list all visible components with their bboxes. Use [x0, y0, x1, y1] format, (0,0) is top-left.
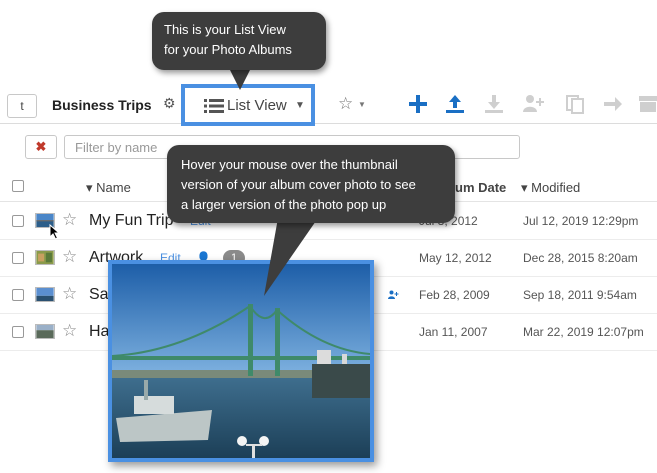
upload-icon[interactable]: [443, 92, 467, 116]
album-thumbnail[interactable]: [35, 250, 55, 265]
row-checkbox[interactable]: [12, 252, 24, 264]
album-toolbar: t Business Trips ⚙ List View ▼ ☆ ▼: [0, 84, 657, 126]
album-date: Feb 28, 2009: [419, 288, 490, 302]
star-icon[interactable]: ☆: [338, 94, 353, 114]
album-thumbnail[interactable]: [35, 287, 55, 302]
add-icon[interactable]: [406, 92, 430, 116]
caret-down-icon: ▼: [295, 100, 305, 111]
tooltip-line: Hover your mouse over the thumbnail: [181, 157, 398, 172]
caret-down-icon[interactable]: ▼: [358, 100, 366, 109]
album-cover-photo: [112, 264, 370, 458]
album-name[interactable]: Ha: [89, 323, 109, 341]
album-date: Jan 11, 2007: [419, 325, 488, 339]
modified-date: Jul 12, 2019 12:29pm: [523, 214, 639, 228]
photo-preview-popup: [108, 260, 374, 462]
up-folder-button[interactable]: t: [7, 94, 37, 118]
archive-icon[interactable]: [637, 92, 657, 116]
clear-filter-button[interactable]: ✖: [25, 135, 57, 159]
arrow-right-icon[interactable]: [601, 92, 625, 116]
modified-date: Mar 22, 2019 12:07pm: [523, 325, 644, 339]
callout-pointer: [264, 218, 318, 296]
list-view-label: List View: [227, 97, 287, 114]
select-all-checkbox[interactable]: [12, 180, 24, 192]
add-user-icon[interactable]: [386, 289, 400, 301]
hover-tooltip: Hover your mouse over the thumbnail vers…: [167, 145, 455, 223]
album-thumbnail[interactable]: [35, 324, 55, 339]
star-icon[interactable]: ☆: [62, 321, 77, 341]
tooltip-line: This is your List View: [164, 22, 286, 37]
star-icon[interactable]: ☆: [62, 284, 77, 304]
tooltip-line: for your Photo Albums: [164, 42, 292, 57]
list-view-tooltip: This is your List View for your Photo Al…: [152, 12, 326, 70]
mouse-cursor-icon: [49, 224, 61, 240]
list-icon: [204, 99, 224, 113]
star-icon[interactable]: ☆: [62, 247, 77, 267]
tooltip-line: version of your album cover photo to see: [181, 177, 416, 192]
star-icon[interactable]: ☆: [62, 210, 77, 230]
download-icon[interactable]: [482, 92, 506, 116]
column-modified-label: Modified: [531, 180, 581, 195]
column-name[interactable]: ▾ Name: [86, 180, 131, 196]
row-checkbox[interactable]: [12, 326, 24, 338]
tooltip-line: a larger version of the photo pop up: [181, 197, 387, 212]
column-modified[interactable]: ▾ Modified: [521, 180, 580, 196]
album-date: May 12, 2012: [419, 251, 492, 265]
album-title: Business Trips: [52, 97, 152, 113]
modified-date: Sep 18, 2011 9:54am: [523, 288, 637, 302]
column-name-label: Name: [96, 180, 131, 195]
gear-icon[interactable]: ⚙: [163, 95, 176, 112]
modified-date: Dec 28, 2015 8:20am: [523, 251, 638, 265]
column-album-date[interactable]: um Date: [455, 180, 506, 195]
add-user-icon[interactable]: [521, 92, 545, 116]
list-view-dropdown[interactable]: List View ▼: [181, 84, 315, 126]
row-checkbox[interactable]: [12, 215, 24, 227]
row-checkbox[interactable]: [12, 289, 24, 301]
album-name[interactable]: My Fun Trip: [89, 212, 173, 230]
album-name[interactable]: Sa: [89, 286, 109, 304]
copy-icon[interactable]: [563, 92, 587, 116]
